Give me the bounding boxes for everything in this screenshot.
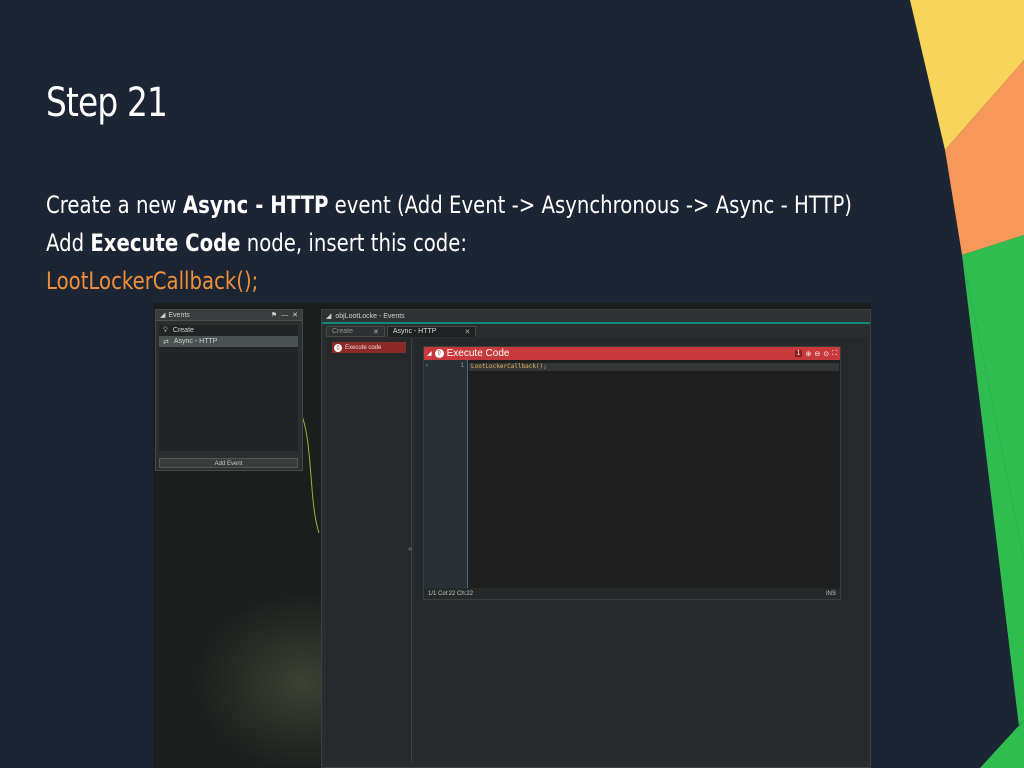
object-window-header: ◢ objLootLocke - Events: [322, 310, 870, 324]
insert-mode: INS: [825, 590, 836, 597]
object-events-window: ◢ objLootLocke - Events Create ✕ Async -…: [321, 309, 871, 768]
event-item-async-http[interactable]: ⇄ Async - HTTP: [159, 336, 298, 347]
transfer-arrows-icon: ⇄: [163, 338, 169, 346]
code-window-header: ◢ {} Execute Code 1 ⊕ ⊖ ⊙ ⛶: [424, 347, 840, 360]
collapse-triangle-icon[interactable]: ◢: [326, 312, 331, 320]
line-gutter: › 1: [424, 360, 468, 588]
cursor-position: 1/1 Col:22 Ch:22: [428, 590, 474, 597]
events-panel: ◢ Events ⚑ — ✕ 💡︎ Create ⇄ Async - HTTP …: [155, 309, 303, 471]
instruction-line-2: Add Execute Code node, insert this code:: [46, 229, 468, 257]
line-number: 1: [460, 363, 464, 369]
action-list: {} Execute code: [326, 338, 412, 761]
close-icon[interactable]: ✕: [292, 312, 298, 319]
code-snippet: LootLockerCallback();: [46, 267, 259, 295]
execute-code-node[interactable]: {} Execute code: [332, 342, 406, 353]
chevron-left-icon[interactable]: «: [408, 546, 412, 553]
code-area: ◢ {} Execute Code 1 ⊕ ⊖ ⊙ ⛶ › 1 LootLock…: [414, 338, 868, 761]
tab-create[interactable]: Create ✕: [326, 326, 385, 337]
events-panel-title: Events: [168, 311, 190, 319]
object-window-title: objLootLocke - Events: [335, 312, 405, 320]
zoom-out-icon[interactable]: ⊖: [814, 350, 820, 358]
events-list: 💡︎ Create ⇄ Async - HTTP: [159, 325, 298, 451]
instruction-line-1: Create a new Async - HTTP event (Add Eve…: [46, 191, 852, 219]
close-icon[interactable]: ✕: [464, 328, 470, 336]
instructions: Create a new Async - HTTP event (Add Eve…: [46, 186, 852, 300]
execute-code-window: ◢ {} Execute Code 1 ⊕ ⊖ ⊙ ⛶ › 1 LootLock…: [423, 346, 841, 600]
event-name-bold: Async - HTTP: [182, 191, 329, 219]
fold-arrow-icon[interactable]: ›: [426, 363, 428, 369]
error-count-badge[interactable]: 1: [794, 350, 803, 357]
editor-screenshot: ◢ Events ⚑ — ✕ 💡︎ Create ⇄ Async - HTTP …: [153, 303, 871, 768]
tab-async-http[interactable]: Async - HTTP ✕: [386, 326, 477, 337]
code-status-bar: 1/1 Col:22 Ch:22 INS: [424, 588, 840, 599]
add-event-button[interactable]: Add Event: [159, 458, 298, 468]
zoom-in-icon[interactable]: ⊕: [805, 350, 811, 358]
code-icon: {}: [334, 343, 342, 352]
flag-icon[interactable]: ⚑: [271, 312, 277, 319]
node-name-bold: Execute Code: [90, 229, 241, 257]
close-icon[interactable]: ✕: [373, 328, 379, 336]
collapse-triangle-icon[interactable]: ◢: [160, 312, 165, 319]
fullscreen-icon[interactable]: ⛶: [832, 350, 837, 358]
code-window-title: Execute Code: [446, 348, 510, 359]
collapse-triangle-icon[interactable]: ◢: [427, 350, 432, 357]
event-item-create[interactable]: 💡︎ Create: [159, 325, 298, 336]
minimize-icon[interactable]: —: [281, 312, 288, 319]
event-tabs: Create ✕ Async - HTTP ✕: [326, 326, 477, 337]
zoom-reset-icon[interactable]: ⊙: [823, 350, 829, 358]
code-editor-line[interactable]: LootLockerCallback();: [469, 363, 839, 371]
code-toolbar: 1 ⊕ ⊖ ⊙ ⛶: [794, 350, 837, 358]
slide-title: Step 21: [46, 80, 168, 126]
code-icon: {}: [434, 349, 444, 358]
lightbulb-icon: 💡︎: [163, 326, 168, 334]
events-panel-header: ◢ Events ⚑ — ✕: [156, 310, 302, 321]
